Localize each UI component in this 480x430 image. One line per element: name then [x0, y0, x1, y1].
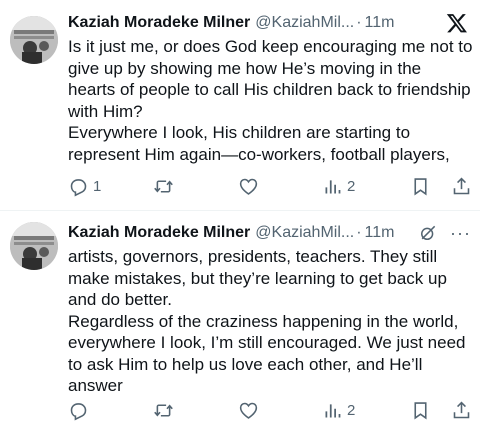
timestamp[interactable]: 11m: [365, 224, 395, 242]
grok-icon[interactable]: [418, 223, 438, 243]
heart-icon: [239, 402, 258, 419]
x-logo-icon: [446, 14, 467, 33]
share-button[interactable]: [451, 176, 472, 197]
tweet-header: Kaziah Moradeke Milner @KaziahMil... · 1…: [68, 222, 472, 244]
tweet-2[interactable]: Kaziah Moradeke Milner @KaziahMil... · 1…: [0, 212, 480, 430]
like-button[interactable]: [238, 400, 263, 421]
view-count: 2: [347, 177, 356, 195]
more-options-icon[interactable]: ···: [450, 223, 470, 243]
repost-icon: [154, 403, 173, 417]
divider: [0, 210, 480, 211]
tweet-paragraph: artists, governors, presidents, teachers…: [68, 247, 447, 309]
author-handle[interactable]: @KaziahMil...: [255, 224, 354, 242]
reply-icon: [70, 402, 87, 421]
avatar[interactable]: [10, 222, 58, 270]
bookmark-button[interactable]: [410, 176, 431, 197]
reply-button[interactable]: 1: [68, 176, 101, 197]
tweet-paragraph: Everywhere I look, His children are star…: [68, 123, 450, 164]
tweet-actions: 1 2: [68, 174, 472, 198]
reply-icon: [70, 178, 87, 197]
avatar[interactable]: [10, 16, 58, 64]
author-name[interactable]: Kaziah Moradeke Milner: [68, 14, 250, 32]
views-icon: [325, 403, 341, 417]
tweet-text: Is it just me, or does God keep encourag…: [68, 36, 473, 165]
reply-count: 1: [93, 177, 102, 195]
tweet-actions: 2: [68, 398, 472, 422]
tweet-header: Kaziah Moradeke Milner @KaziahMil... · 1…: [68, 12, 472, 34]
views-button[interactable]: 2: [322, 176, 355, 197]
tweet-1[interactable]: Kaziah Moradeke Milner @KaziahMil... · 1…: [0, 0, 480, 212]
repost-button[interactable]: [153, 400, 178, 421]
heart-icon: [239, 178, 258, 195]
bookmark-button[interactable]: [410, 400, 431, 421]
views-icon: [325, 179, 341, 193]
repost-icon: [154, 179, 173, 193]
like-button[interactable]: [238, 176, 263, 197]
tweet-text: artists, governors, presidents, teachers…: [68, 246, 473, 397]
view-count: 2: [347, 401, 356, 419]
repost-button[interactable]: [153, 176, 178, 197]
timestamp[interactable]: 11m: [365, 14, 395, 32]
separator-dot: ·: [356, 224, 362, 241]
author-name[interactable]: Kaziah Moradeke Milner: [68, 224, 250, 242]
tweet-paragraph: Regardless of the craziness happening in…: [68, 311, 466, 396]
bookmark-icon: [414, 177, 427, 195]
author-handle[interactable]: @KaziahMil...: [255, 14, 354, 32]
tweet-paragraph: Is it just me, or does God keep encourag…: [68, 37, 473, 121]
share-icon: [453, 177, 470, 194]
reply-button[interactable]: [68, 400, 93, 421]
views-button[interactable]: 2: [322, 400, 355, 421]
separator-dot: ·: [356, 14, 362, 31]
share-button[interactable]: [451, 400, 472, 421]
share-icon: [453, 401, 470, 418]
bookmark-icon: [414, 401, 427, 419]
